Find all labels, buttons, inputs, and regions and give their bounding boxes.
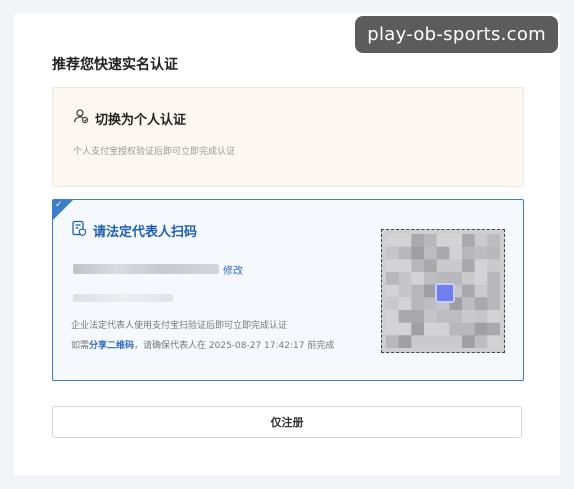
qr-cell <box>436 234 450 248</box>
qr-cell <box>398 322 412 336</box>
qr-cell <box>487 272 500 286</box>
qr-cell <box>474 272 488 286</box>
user-switch-icon <box>73 108 89 128</box>
register-only-button[interactable]: 仅注册 <box>52 406 522 438</box>
qr-cell <box>411 234 425 248</box>
share-qr-link[interactable]: 分享二维码 <box>89 341 134 351</box>
qr-cell <box>474 297 488 311</box>
qr-cell <box>386 310 400 324</box>
share-instructions: 如需分享二维码，请确保代表人在 2025-08-27 17:42:17 前完成 <box>71 338 334 351</box>
qr-cell <box>474 310 488 324</box>
qr-cell <box>487 310 500 324</box>
qr-cell <box>462 234 476 248</box>
switch-personal-card[interactable]: 切换为个人认证 个人支付宝授权验证后即可立即完成认证 <box>52 87 524 187</box>
qr-cell <box>411 272 425 286</box>
qr-cell <box>462 246 476 260</box>
qr-logo-icon <box>435 283 455 303</box>
qr-cell <box>474 259 488 273</box>
qr-cell <box>474 246 488 260</box>
qr-cell <box>436 335 450 348</box>
qr-cell <box>487 284 500 298</box>
qr-cell <box>424 322 438 336</box>
qr-code <box>381 229 505 353</box>
qr-cell <box>474 335 488 348</box>
qr-cell <box>411 259 425 273</box>
qr-cell <box>449 335 463 348</box>
qr-cell <box>424 335 438 348</box>
qr-cell <box>424 310 438 324</box>
qr-cell <box>424 234 438 248</box>
qr-cell <box>398 310 412 324</box>
legal-rep-scan-card[interactable]: ✓ 请法定代表人扫码 修改 企业法定代表人使用支付宝扫验证后即可立即完成认证 如… <box>52 199 524 381</box>
qr-cell <box>424 246 438 260</box>
edit-link[interactable]: 修改 <box>223 262 243 277</box>
qr-cell <box>449 246 463 260</box>
qr-cell <box>386 234 400 248</box>
qr-cell <box>462 335 476 348</box>
qr-cell <box>474 234 488 248</box>
qr-cell <box>436 310 450 324</box>
qr-cell <box>436 246 450 260</box>
qr-cell <box>462 284 476 298</box>
qr-cell <box>487 259 500 273</box>
qr-cell <box>462 259 476 273</box>
qr-cell <box>398 234 412 248</box>
qr-cell <box>462 297 476 311</box>
qr-cell <box>411 284 425 298</box>
share-suffix: ，请确保代表人在 2025-08-27 17:42:17 前完成 <box>134 341 335 351</box>
qr-cell <box>462 272 476 286</box>
qr-cell <box>449 234 463 248</box>
switch-personal-description: 个人支付宝授权验证后即可立即完成认证 <box>73 147 236 157</box>
qr-cell <box>411 246 425 260</box>
share-prefix: 如需 <box>71 341 90 351</box>
qr-cell <box>398 335 412 348</box>
masked-id <box>73 294 173 302</box>
legal-rep-title: 请法定代表人扫码 <box>93 225 198 240</box>
legal-rep-title-row: 请法定代表人扫码 <box>71 220 197 241</box>
qr-cell <box>386 246 400 260</box>
qr-cell <box>487 335 500 348</box>
qr-cell <box>436 259 450 273</box>
page-title: 推荐您快速实名认证 <box>52 57 178 73</box>
qr-cell <box>436 322 450 336</box>
watermark: play-ob-sports.com <box>355 16 558 53</box>
qr-cell <box>411 310 425 324</box>
qr-cell <box>487 246 500 260</box>
qr-cell <box>398 284 412 298</box>
qr-cell <box>474 284 488 298</box>
qr-cell <box>411 322 425 336</box>
qr-cell <box>398 259 412 273</box>
switch-personal-row: 切换为个人认证 <box>73 108 186 128</box>
qr-cell <box>386 322 400 336</box>
qr-cell <box>474 322 488 336</box>
qr-cell <box>386 297 400 311</box>
id-card-shield-icon <box>71 220 87 241</box>
qr-cell <box>411 297 425 311</box>
qr-cell <box>424 259 438 273</box>
qr-cell <box>449 322 463 336</box>
qr-cell <box>386 272 400 286</box>
qr-cell <box>462 322 476 336</box>
qr-cell <box>487 234 500 248</box>
qr-cell <box>398 272 412 286</box>
qr-cell <box>487 297 500 311</box>
qr-cell <box>398 246 412 260</box>
qr-cell <box>462 310 476 324</box>
masked-name <box>73 264 219 274</box>
qr-cell <box>386 284 400 298</box>
legal-rep-description: 企业法定代表人使用支付宝扫验证后即可立即完成认证 <box>71 321 288 331</box>
qr-cell <box>449 310 463 324</box>
check-icon: ✓ <box>55 200 63 210</box>
qr-cell <box>398 297 412 311</box>
qr-cell <box>386 335 400 348</box>
switch-personal-title: 切换为个人认证 <box>95 112 187 128</box>
qr-cell <box>487 322 500 336</box>
qr-cell <box>449 259 463 273</box>
qr-cell <box>411 335 425 348</box>
qr-cell <box>386 259 400 273</box>
